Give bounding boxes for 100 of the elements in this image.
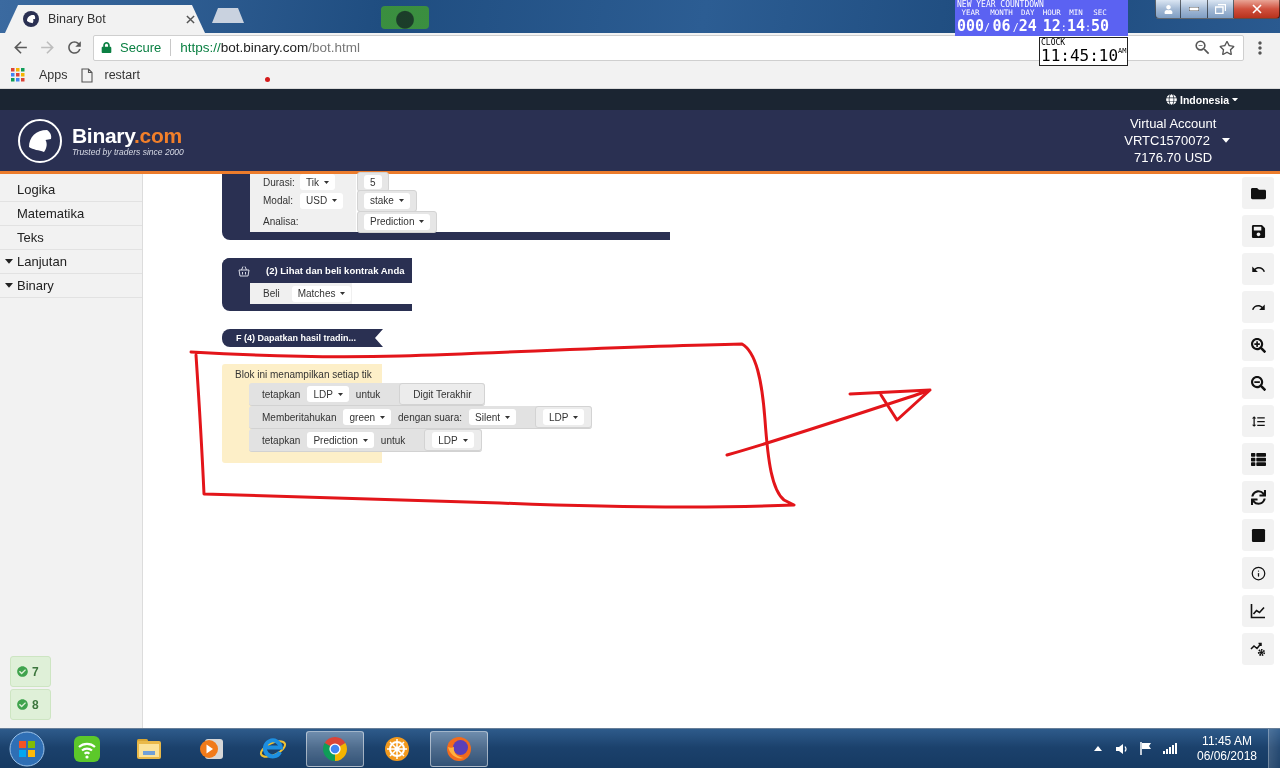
stop-icon — [1250, 527, 1266, 543]
basket-icon — [238, 264, 250, 277]
countdown-title: NEW YEAR COUNTDOWN — [957, 0, 1045, 9]
bookmark-link[interactable]: restart — [80, 67, 140, 83]
block-label: untuk — [355, 388, 381, 400]
zoom-out-icon[interactable] — [1193, 38, 1212, 57]
taskbar-date: 06/06/2018 — [1196, 748, 1258, 764]
caret-icon — [337, 392, 343, 396]
logo-icon — [17, 117, 63, 164]
toolbar-button[interactable] — [1242, 215, 1274, 247]
dropdown-field[interactable]: green — [343, 409, 392, 425]
globe-icon — [1166, 94, 1177, 105]
dropdown-field[interactable]: Prediction — [307, 432, 374, 448]
browser-tab[interactable]: Binary Bot — [5, 5, 205, 33]
caret-icon — [398, 199, 404, 202]
countdown-value: 14 — [1066, 17, 1085, 35]
toolbar-button[interactable] — [1242, 329, 1274, 361]
refresh-icon — [1250, 489, 1266, 505]
desktop-icon — [381, 6, 429, 29]
dropdown-field[interactable]: LDP — [543, 409, 585, 425]
dropdown-field[interactable]: LDP — [307, 386, 349, 402]
close-icon[interactable] — [186, 14, 195, 24]
brand-name: Binary.com — [72, 124, 183, 147]
account-type: Virtual Account — [1129, 115, 1217, 132]
dropdown-field[interactable]: stake — [364, 192, 410, 209]
url-text: https://bot.binary.com/bot.html — [180, 40, 361, 55]
star-icon[interactable] — [1219, 39, 1235, 56]
wheel-icon — [383, 734, 411, 763]
toolbar-button[interactable] — [1242, 443, 1274, 475]
profile-button[interactable] — [1155, 0, 1181, 19]
up-caret-icon — [1094, 746, 1102, 751]
bookmark-link[interactable]: Apps — [11, 68, 68, 82]
caret-icon — [1232, 97, 1238, 102]
page-icon — [80, 67, 93, 83]
caret-icon — [505, 415, 511, 419]
minimize-button[interactable] — [1181, 0, 1208, 19]
countdown-separator: / — [984, 22, 991, 35]
category-item[interactable]: Binary — [0, 274, 142, 298]
taskbar-button[interactable] — [306, 730, 364, 767]
block-label: Digit Terakhir — [413, 388, 472, 400]
countdown-separator: : — [1060, 21, 1067, 35]
caret-icon — [332, 199, 338, 202]
restore-button[interactable] — [1208, 0, 1234, 19]
dropdown-field[interactable]: Matches — [291, 285, 352, 302]
block-label: Beli — [263, 288, 280, 299]
caret-icon — [340, 292, 346, 295]
ring-logo-icon — [321, 734, 349, 763]
dropdown-field[interactable]: Prediction — [364, 213, 431, 230]
caret-icon — [380, 415, 386, 419]
countdown-separator: : — [1084, 22, 1091, 35]
toolbar-button[interactable] — [1242, 595, 1274, 627]
new-tab-button[interactable] — [212, 8, 244, 23]
toolbar-button[interactable] — [1242, 367, 1274, 399]
block-label: Analisa: — [263, 216, 299, 227]
caret-icon — [573, 415, 579, 419]
countdown-value: 24 — [1018, 17, 1037, 35]
toolbar-button[interactable] — [1242, 177, 1274, 209]
category-item[interactable]: Teks — [0, 226, 142, 250]
dropdown-field[interactable]: Tik — [300, 174, 335, 190]
toolbar-button[interactable] — [1242, 633, 1274, 665]
language-selector[interactable]: Indonesia — [1166, 93, 1238, 106]
restore-icon — [1215, 4, 1226, 14]
dropdown-field[interactable]: USD — [300, 192, 344, 209]
security-label: Secure — [120, 40, 162, 55]
block-label: dengan suara: — [398, 411, 462, 423]
list-icon — [1250, 451, 1266, 467]
show-desktop-button[interactable] — [1268, 729, 1280, 768]
account-id[interactable]: VRTC1570072 — [1124, 132, 1210, 149]
dropdown-field[interactable]: Silent — [469, 409, 517, 425]
minimize-icon — [1189, 7, 1199, 11]
toolbar-button[interactable] — [1242, 291, 1274, 323]
block-title: (2) Lihat dan beli kontrak Anda — [266, 265, 405, 276]
block-label: untuk — [380, 434, 406, 446]
toolbar-button[interactable] — [1242, 557, 1274, 589]
category-item[interactable]: Logika — [0, 178, 142, 202]
dropdown-field[interactable]: LDP — [432, 432, 474, 448]
countdown-value: 06 — [992, 17, 1011, 35]
flag-icon — [1140, 742, 1152, 755]
toolbar-button[interactable] — [1242, 405, 1274, 437]
wifi-icon — [73, 734, 101, 763]
lock-icon — [101, 42, 112, 53]
toolbar-button[interactable] — [1242, 481, 1274, 513]
check-icon — [17, 666, 28, 677]
apps-grid-icon — [11, 68, 25, 82]
category-item[interactable]: Lanjutan — [0, 250, 142, 274]
zoom-out-icon — [1250, 375, 1266, 391]
block-label: Durasi: — [263, 176, 295, 188]
block-label: tetapkan — [262, 388, 301, 400]
number-field[interactable]: 5 — [364, 175, 382, 189]
toolbar-button[interactable] — [1242, 253, 1274, 285]
category-item[interactable]: Matematika — [0, 202, 142, 226]
flag-logo-icon — [9, 730, 45, 767]
countdown-value: 12 — [1042, 17, 1061, 35]
close-button[interactable] — [1234, 0, 1280, 19]
badge-count: 7 — [32, 664, 39, 679]
person-icon — [1163, 4, 1173, 14]
toolbar-button[interactable] — [1242, 519, 1274, 551]
caret-icon — [5, 283, 13, 288]
caret-icon — [419, 220, 425, 223]
collapsed-block[interactable]: F (4) Dapatkan hasil tradin... — [222, 329, 383, 347]
